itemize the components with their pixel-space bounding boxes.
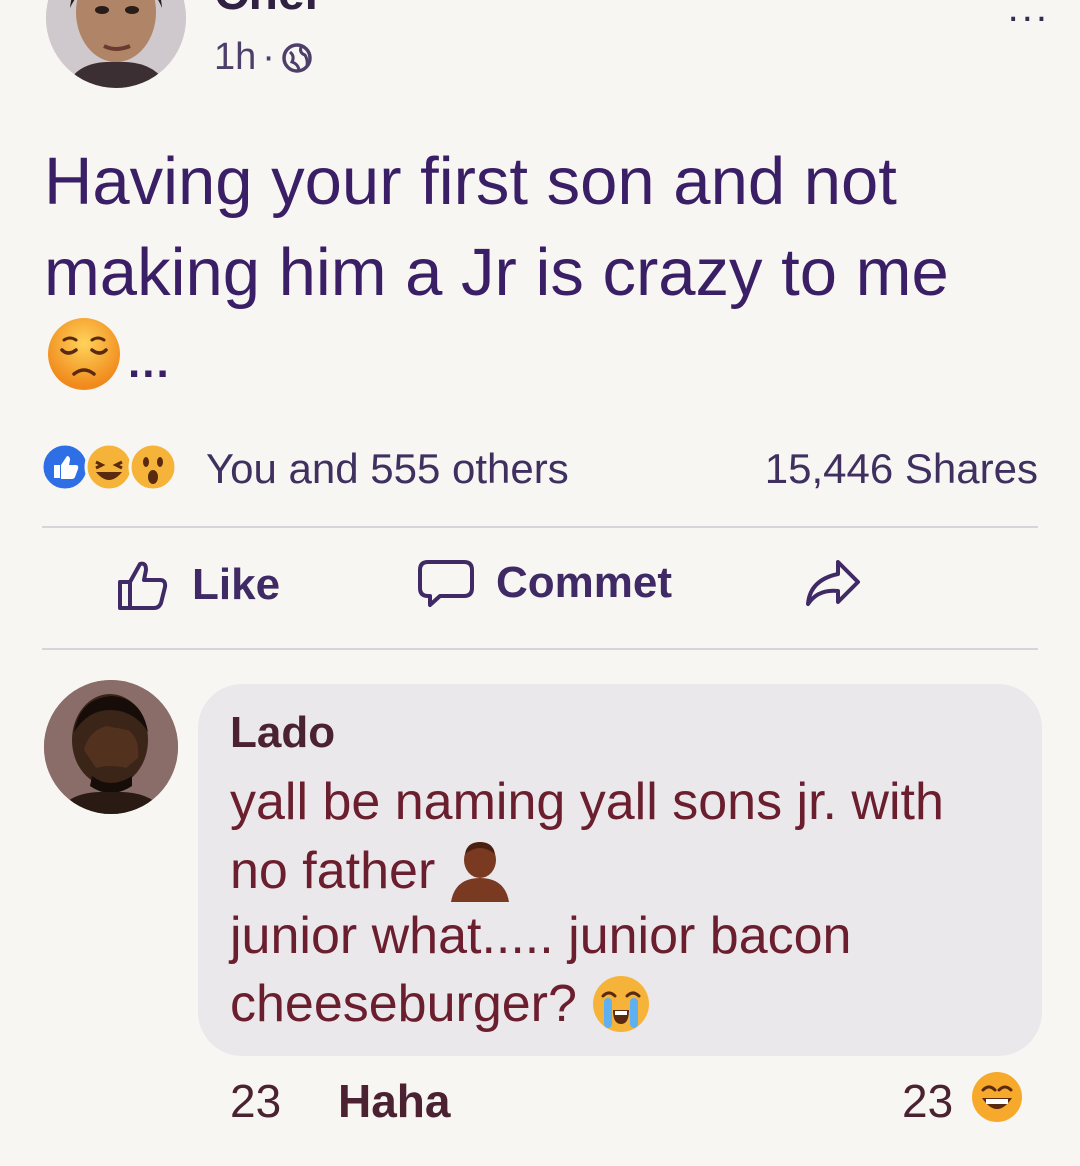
post-emoji-row: ... — [46, 316, 171, 392]
shares-count[interactable]: 15,446 Shares — [765, 445, 1038, 493]
author-avatar[interactable] — [46, 0, 186, 88]
wow-reaction-icon — [128, 442, 178, 492]
post-time[interactable]: 1h — [214, 36, 256, 79]
share-button[interactable] — [804, 558, 862, 608]
comment-footer-count: 23 — [230, 1075, 282, 1127]
divider-bottom — [42, 648, 1038, 650]
comment-line: no father — [230, 840, 513, 902]
haha-reaction-icon — [84, 442, 134, 492]
comment-text: cheeseburger? — [230, 975, 577, 1033]
comment-label: Commet — [496, 558, 673, 607]
comment-text: yall be naming yall sons jr. with — [230, 773, 944, 831]
commenter-name[interactable]: Lado — [230, 708, 335, 758]
reaction-icons[interactable] — [40, 442, 178, 492]
haha-reply-button[interactable]: Haha — [338, 1074, 450, 1128]
globe-icon — [282, 42, 312, 73]
person-silhouette-emoji — [451, 842, 510, 902]
haha-reaction-icon[interactable] — [970, 1070, 1024, 1124]
share-arrow-icon — [806, 560, 860, 606]
comment-bubble-icon — [418, 560, 474, 607]
comment-text: junior what..... junior bacon — [230, 907, 852, 965]
comment-reaction-count[interactable]: 23 — [902, 1074, 953, 1128]
like-label: Like — [192, 560, 281, 609]
meta-separator: · — [262, 36, 275, 78]
comment-button[interactable]: Commet — [418, 558, 672, 608]
post-ellipsis: ... — [128, 338, 171, 387]
comment-line: cheeseburger? — [230, 974, 651, 1034]
like-reaction-icon — [40, 442, 90, 492]
more-options-icon[interactable]: ... — [1008, 0, 1050, 31]
comment-line: junior what..... junior bacon — [230, 906, 851, 966]
thumbs-up-icon — [118, 561, 168, 610]
crying-face-emoji — [592, 976, 649, 1032]
comment-line: yall be naming yall sons jr. with — [230, 772, 944, 832]
post-meta: 1h · — [214, 36, 313, 79]
author-name[interactable]: Chel — [214, 0, 318, 21]
post-text: Having your first son and not making him… — [44, 144, 949, 310]
commenter-avatar[interactable] — [44, 680, 178, 814]
like-button[interactable]: Like — [116, 558, 280, 612]
divider-top — [42, 526, 1038, 528]
comment-text: no father — [230, 842, 436, 900]
pensive-face-emoji — [48, 318, 120, 390]
reactions-summary[interactable]: You and 555 others — [206, 445, 569, 493]
